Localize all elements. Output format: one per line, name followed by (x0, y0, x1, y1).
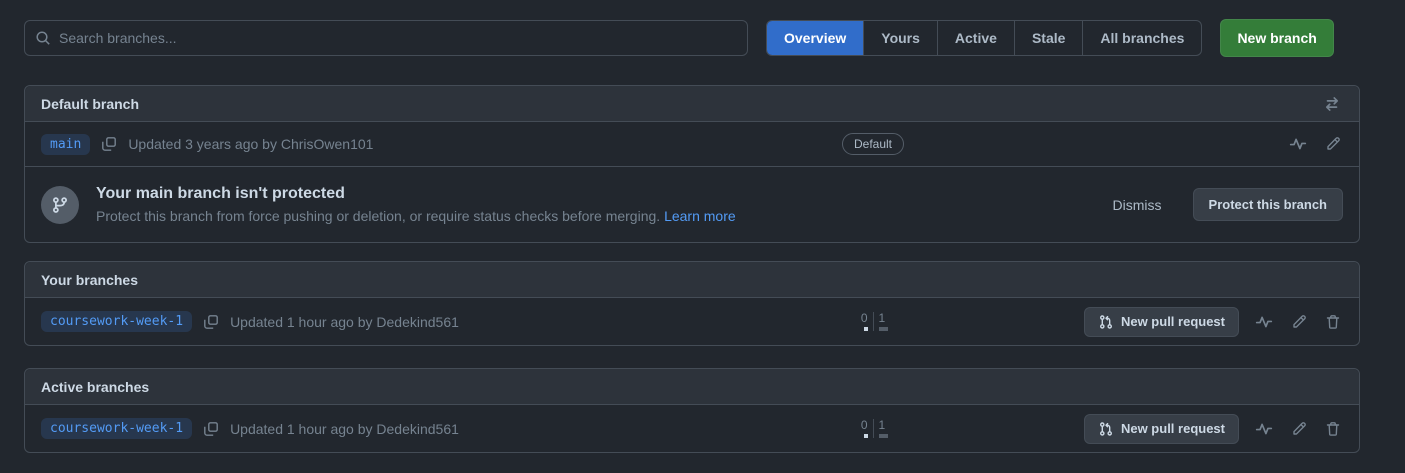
notice-title: Your main branch isn't protected (96, 185, 1096, 203)
default-branch-section: Default branch main Updated 3 years ago … (24, 85, 1360, 243)
tab-stale[interactable]: Stale (1015, 21, 1083, 55)
branch-info: coursework-week-1 Updated 1 hour ago by … (41, 311, 703, 332)
ahead-count: 1 (879, 312, 886, 325)
active-branches-section: Active branches coursework-week-1 Update… (24, 368, 1360, 453)
branch-info: main Updated 3 years ago by ChrisOwen101 (41, 134, 703, 155)
ahead-count: 1 (879, 419, 886, 432)
branch-protection-notice: Your main branch isn't protected Protect… (25, 166, 1359, 242)
rename-branch-pencil-icon[interactable] (1323, 134, 1343, 154)
branch-name-link[interactable]: main (41, 134, 90, 155)
dismiss-button[interactable]: Dismiss (1113, 197, 1162, 213)
notice-description: Protect this branch from force pushing o… (96, 208, 1096, 224)
behind-bar (864, 434, 868, 438)
default-badge: Default (842, 133, 904, 155)
git-branch-avatar (41, 186, 79, 224)
activity-icon[interactable] (1287, 133, 1309, 155)
branches-toolbar: Overview Yours Active Stale All branches… (24, 19, 1360, 57)
activity-icon[interactable] (1253, 418, 1275, 440)
copy-branch-name-icon[interactable] (201, 312, 221, 332)
tab-active[interactable]: Active (938, 21, 1015, 55)
search-branches-input[interactable] (59, 30, 737, 46)
new-pull-request-button[interactable]: New pull request (1084, 414, 1239, 444)
notice-text: Your main branch isn't protected Protect… (96, 185, 1096, 224)
behind-count: 0 (861, 419, 868, 432)
ahead-bar (879, 327, 888, 331)
branch-updated-text: Updated 1 hour ago by Dedekind561 (230, 421, 459, 437)
branch-actions (1043, 133, 1343, 155)
behind-bar (864, 327, 868, 331)
tab-overview[interactable]: Overview (767, 21, 864, 55)
learn-more-link[interactable]: Learn more (664, 208, 736, 224)
default-branch-header: Default branch (25, 86, 1359, 122)
behind-count-cell: 0 (857, 312, 873, 331)
notice-description-text: Protect this branch from force pushing o… (96, 208, 660, 224)
behind-count: 0 (861, 312, 868, 325)
activity-icon[interactable] (1253, 311, 1275, 333)
branch-actions: New pull request (1043, 307, 1343, 337)
new-pull-request-label: New pull request (1121, 314, 1225, 329)
branch-actions: New pull request (1043, 414, 1343, 444)
tab-yours[interactable]: Yours (864, 21, 938, 55)
ahead-count-cell: 1 (874, 312, 890, 331)
branch-status-column: 0 1 (703, 312, 1043, 331)
ahead-behind-widget: 0 1 (857, 419, 890, 438)
section-title: Active branches (41, 379, 149, 395)
rename-branch-pencil-icon[interactable] (1289, 312, 1309, 332)
copy-branch-name-icon[interactable] (99, 134, 119, 154)
branch-updated-text: Updated 3 years ago by ChrisOwen101 (128, 136, 373, 152)
copy-branch-name-icon[interactable] (201, 419, 221, 439)
branch-info: coursework-week-1 Updated 1 hour ago by … (41, 418, 703, 439)
delete-branch-trash-icon[interactable] (1323, 419, 1343, 439)
rename-branch-pencil-icon[interactable] (1289, 419, 1309, 439)
git-pull-request-icon (1098, 314, 1114, 330)
branch-name-link[interactable]: coursework-week-1 (41, 418, 192, 439)
git-pull-request-icon (1098, 421, 1114, 437)
branch-filter-tabs: Overview Yours Active Stale All branches (766, 20, 1202, 56)
ahead-count-cell: 1 (874, 419, 890, 438)
tab-all-branches[interactable]: All branches (1083, 21, 1201, 55)
protect-branch-button[interactable]: Protect this branch (1193, 188, 1343, 221)
ahead-behind-widget: 0 1 (857, 312, 890, 331)
branch-row-coursework-week-1: coursework-week-1 Updated 1 hour ago by … (25, 298, 1359, 345)
section-title: Your branches (41, 272, 138, 288)
branch-status-column: 0 1 (703, 419, 1043, 438)
delete-branch-trash-icon[interactable] (1323, 312, 1343, 332)
ahead-bar (879, 434, 888, 438)
your-branches-header: Your branches (25, 262, 1359, 298)
branch-row-coursework-week-1: coursework-week-1 Updated 1 hour ago by … (25, 405, 1359, 452)
branch-status-column: Default (703, 133, 1043, 155)
compare-branches-icon[interactable] (1321, 93, 1343, 115)
behind-count-cell: 0 (857, 419, 873, 438)
section-title: Default branch (41, 96, 139, 112)
search-branches-input-wrapper[interactable] (24, 20, 748, 56)
branch-row-main: main Updated 3 years ago by ChrisOwen101… (25, 122, 1359, 166)
search-icon (35, 30, 51, 46)
new-pull-request-button[interactable]: New pull request (1084, 307, 1239, 337)
active-branches-header: Active branches (25, 369, 1359, 405)
new-branch-button[interactable]: New branch (1220, 19, 1333, 57)
branch-name-link[interactable]: coursework-week-1 (41, 311, 192, 332)
new-pull-request-label: New pull request (1121, 421, 1225, 436)
your-branches-section: Your branches coursework-week-1 Updated … (24, 261, 1360, 346)
branch-updated-text: Updated 1 hour ago by Dedekind561 (230, 314, 459, 330)
